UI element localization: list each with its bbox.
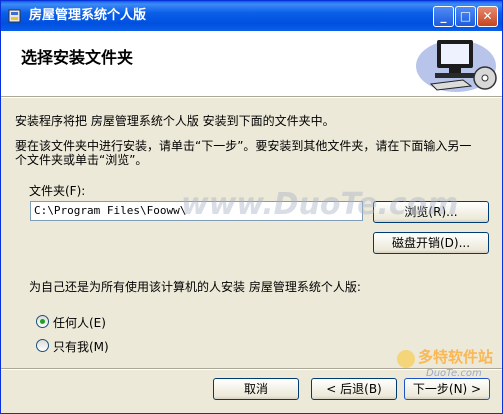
instructions-line-2: 个文件夹或单击“浏览”。 [15,153,148,167]
folder-label: 文件夹(F): [29,184,86,198]
folder-path-input[interactable]: C:\Program Files\Fooww\ [30,201,363,221]
install-for-question: 为自己还是为所有使用该计算机的人安装 房屋管理系统个人版: [29,280,361,294]
installer-app-icon [8,9,21,23]
installer-window: 房屋管理系统个人版 _ □ ✕ 选择安装文件夹 安装程序将把 房屋管理系统个人版… [0,0,503,414]
page-title: 选择安装文件夹 [21,48,134,67]
intro-text: 安装程序将把 房屋管理系统个人版 安装到下面的文件夹中。 [15,114,335,128]
close-button[interactable]: ✕ [477,6,498,27]
radio-everyone-label[interactable]: 任何人(E) [53,314,106,331]
radio-just-me-label[interactable]: 只有我(M) [53,338,109,355]
radio-everyone[interactable] [36,315,49,328]
cancel-button[interactable]: 取消 [213,378,299,400]
header-separator-highlight [1,97,502,98]
title-bar[interactable]: 房屋管理系统个人版 _ □ ✕ [1,1,502,31]
watermark-corner-top: 多特软件站 [418,348,493,366]
next-button[interactable]: 下一步(N) > [404,378,490,400]
minimize-button[interactable]: _ [433,6,454,27]
footer-separator-highlight [1,369,502,370]
maximize-button[interactable]: □ [455,6,476,27]
radio-just-me[interactable] [36,339,49,352]
browse-button[interactable]: 浏览(R)... [373,201,489,223]
wizard-header: 选择安装文件夹 [1,31,502,96]
computer-disk-icon [416,40,497,92]
watermark-corner-logo: 多特软件站 DuoTe.com [397,348,493,379]
disk-cost-button[interactable]: 磁盘开销(D)... [373,232,489,254]
window-title: 房屋管理系统个人版 [29,8,147,23]
back-button[interactable]: < 后退(B) [311,378,397,400]
